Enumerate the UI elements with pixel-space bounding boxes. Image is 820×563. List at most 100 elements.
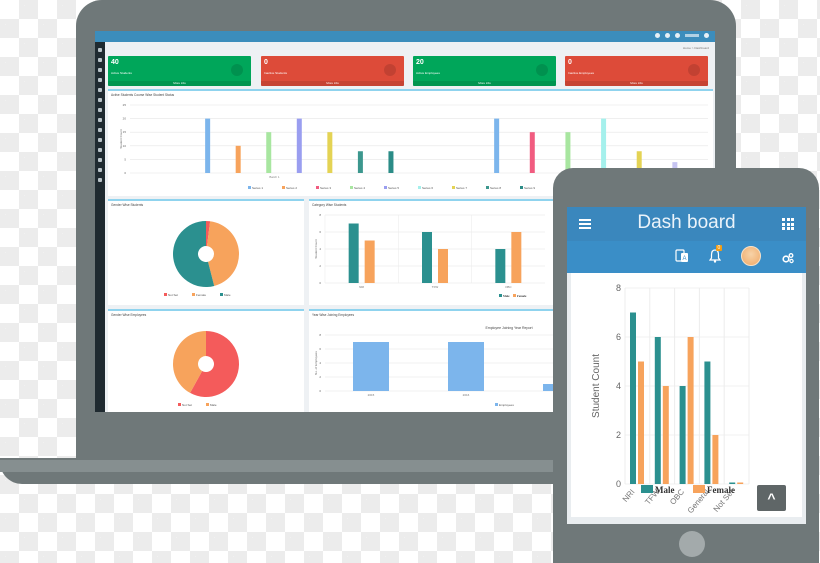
legend-label: Male	[503, 294, 510, 298]
bar	[704, 361, 711, 484]
tablet-home-button[interactable]	[679, 531, 705, 557]
bar	[422, 232, 432, 283]
legend-swatch	[418, 186, 421, 189]
legend-swatch	[513, 294, 516, 297]
stat-box-active-employees: 20 Active Employees More info	[413, 56, 556, 86]
sidebar-item-exams[interactable]	[98, 98, 102, 102]
sidebar-item-events[interactable]	[98, 138, 102, 142]
sidebar-item-employees[interactable]	[98, 68, 102, 72]
y-tick-label: 0	[616, 479, 621, 489]
bar	[662, 386, 669, 484]
sidebar-item-courses[interactable]	[98, 78, 102, 82]
stat-icon	[231, 64, 243, 76]
legend-label: Series 1	[252, 186, 263, 190]
bar	[327, 132, 333, 173]
legend-label: Not Set	[168, 293, 178, 297]
sidebar-item-edit[interactable]	[98, 158, 102, 162]
stat-label: Inactive Employees	[568, 71, 595, 75]
stat-value: 20	[416, 59, 424, 66]
y-axis-label: Student Count	[591, 354, 602, 418]
sidebar-item-messages[interactable]	[98, 128, 102, 132]
breadcrumb-current: Dashboard	[694, 46, 709, 50]
y-tick-label: 2	[319, 264, 321, 268]
sidebar-item-attendance[interactable]	[98, 108, 102, 112]
legend-label: Series 4	[354, 186, 365, 190]
stat-value: 0	[568, 59, 572, 66]
chart-gender-employees: Not Set Male	[173, 331, 240, 407]
legend-label: Female	[707, 485, 735, 495]
more-info-link[interactable]: More info	[565, 81, 708, 86]
bar	[235, 145, 241, 173]
tablet-header: Dash board	[567, 207, 806, 241]
user-name[interactable]	[685, 34, 699, 37]
y-tick-label: 4	[319, 361, 321, 365]
x-tick-label: 2015	[368, 393, 375, 397]
y-tick-label: 4	[616, 381, 621, 391]
x-tick-label: Batch 1	[269, 175, 280, 179]
legend-label: Series 3	[320, 186, 331, 190]
bar	[364, 240, 375, 283]
legend-swatch	[499, 294, 502, 297]
user-avatar[interactable]	[675, 33, 680, 38]
panel-gender-employees: Gender Wise Employees Not Set Male	[108, 309, 304, 412]
legend-swatch	[495, 403, 498, 406]
stat-icon	[536, 64, 548, 76]
bar	[687, 337, 694, 484]
laptop-base-highlight	[0, 460, 556, 472]
legend-label: Series 2	[286, 186, 297, 190]
legend-swatch	[248, 186, 251, 189]
sidebar-item-reports[interactable]	[98, 118, 102, 122]
svg-text:A: A	[682, 256, 686, 262]
bar	[495, 249, 506, 283]
legend-label: Employees	[499, 403, 514, 407]
sidebar-item-users[interactable]	[98, 168, 102, 172]
legend-swatch	[178, 403, 181, 406]
y-tick-label: 6	[319, 230, 321, 234]
scroll-to-top-button[interactable]: ^	[757, 485, 786, 511]
sidebar-item-settings[interactable]	[98, 178, 102, 182]
legend-swatch	[164, 293, 167, 296]
legend-label: Male	[210, 403, 217, 407]
sidebar-item-students[interactable]	[98, 58, 102, 62]
settings-gears-icon[interactable]	[782, 251, 794, 269]
legend-swatch	[486, 186, 489, 189]
bar	[565, 132, 571, 173]
user-avatar[interactable]	[741, 246, 761, 266]
y-axis-label: No. of Employees	[314, 351, 318, 375]
y-tick-label: 6	[319, 347, 321, 351]
breadcrumb-home[interactable]: Home	[683, 46, 691, 50]
notification-icon[interactable]	[665, 33, 670, 38]
settings-icon[interactable]	[704, 33, 709, 38]
bar	[353, 342, 389, 391]
y-tick-label: 15	[123, 130, 127, 134]
stat-label: Inactive Students	[264, 71, 288, 75]
language-translate-icon[interactable]: A	[675, 249, 689, 268]
stat-box-inactive-students: 0 Inactive Students More info	[261, 56, 404, 86]
x-tick-label: OBC	[505, 285, 512, 289]
bar	[601, 118, 607, 173]
stat-icon	[384, 64, 396, 76]
bar	[494, 118, 500, 173]
more-info-link[interactable]: More info	[261, 81, 404, 86]
tablet-toolbar: A 0	[567, 241, 806, 273]
legend-swatch	[192, 293, 195, 296]
sidebar-item-fees[interactable]	[98, 88, 102, 92]
bar	[529, 132, 535, 173]
bar	[679, 386, 686, 484]
pie-slice	[207, 221, 239, 286]
more-info-link[interactable]: More info	[413, 81, 556, 86]
language-icon[interactable]	[655, 33, 660, 38]
y-tick-label: 8	[319, 213, 321, 217]
notification-bell-icon[interactable]: 0	[708, 245, 722, 268]
stat-box-inactive-employees: 0 Inactive Employees More info	[565, 56, 708, 86]
y-tick-label: 25	[123, 103, 127, 107]
page-title: Dash board	[637, 212, 736, 233]
more-info-link[interactable]: More info	[108, 81, 251, 86]
bar	[729, 482, 736, 484]
sidebar-item-library[interactable]	[98, 148, 102, 152]
stat-value: 40	[111, 59, 119, 66]
bar	[357, 151, 363, 173]
sidebar-item-dashboard[interactable]	[98, 48, 102, 52]
y-tick-label: 6	[616, 332, 621, 342]
apps-grid-icon[interactable]	[782, 218, 794, 230]
